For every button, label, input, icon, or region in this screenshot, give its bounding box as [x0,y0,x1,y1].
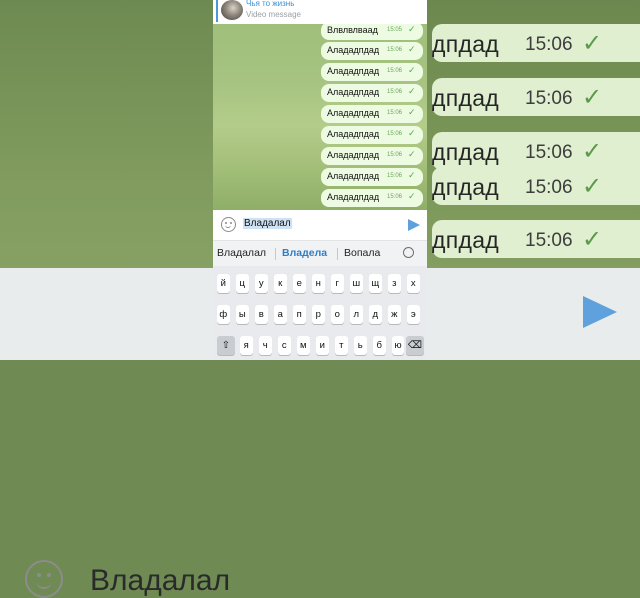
read-check-icon: ✓ [408,191,416,201]
suggestion-center[interactable]: Владела [282,247,327,259]
key[interactable]: ж [388,305,401,324]
shift-key[interactable]: ⇧ [217,336,235,355]
chat-area: Влвлвлваад 15:05 ✓ Алададпдад 15:06 ✓ Ал… [213,24,427,210]
key[interactable]: з [388,274,401,293]
message-bubble[interactable]: Алададпдад 15:06 ✓ [321,147,423,165]
key[interactable]: о [331,305,344,324]
backspace-key[interactable]: ⌫ [406,336,424,355]
message-time: 15:06 [387,68,403,74]
read-check-icon: ✓ [408,149,416,159]
message-bubble[interactable]: Алададпдад 15:06 ✓ [321,126,423,144]
message-text: Влвлвлваад [327,25,378,35]
message-bubble[interactable]: Алададпдад 15:06 ✓ [321,84,423,102]
message-text: Алададпдад [327,66,380,76]
background-bubble: дпдад 15:06 ✓ [432,167,640,205]
key[interactable]: л [350,305,363,324]
message-bubble[interactable]: Алададпдад 15:06 ✓ [321,105,423,123]
message-text: Алададпдад [327,150,380,160]
read-check-icon: ✓ [408,170,416,180]
key[interactable]: ч [259,336,272,355]
message-composer: Владалал [213,210,427,240]
message-text: Алададпдад [327,45,380,55]
reply-author: Чья то жизнь [246,0,295,8]
message-bubble[interactable]: Алададпдад 15:06 ✓ [321,168,423,186]
background-input-text: Владалал [90,564,231,597]
suggestion-bar: Владалал Владела Вопала [213,240,427,267]
key[interactable]: ф [217,305,230,324]
reply-subtitle: Video message [246,10,301,19]
background-send-icon [583,296,617,328]
background-bubble: дпдад 15:06 ✓ [432,78,640,116]
key[interactable]: ь [354,336,367,355]
emoji-search-icon[interactable] [403,247,414,258]
key[interactable]: с [278,336,291,355]
message-time: 15:06 [387,152,403,158]
read-check-icon: ✓ [408,44,416,54]
message-time: 15:06 [387,89,403,95]
reply-accent-bar [216,0,218,22]
key[interactable]: а [274,305,287,324]
key[interactable]: б [373,336,386,355]
key[interactable]: р [312,305,325,324]
suggestion-left[interactable]: Владалал [217,247,266,259]
message-time: 15:06 [387,194,403,200]
key[interactable]: г [331,274,344,293]
key[interactable]: в [255,305,268,324]
message-time: 15:06 [387,110,403,116]
key[interactable]: м [297,336,310,355]
background-input-left: Владалал [0,268,230,598]
video-thumbnail [221,0,243,20]
key[interactable]: ы [236,305,249,324]
key[interactable]: д [369,305,382,324]
message-text: Алададпдад [327,171,380,181]
key[interactable]: ш [350,274,363,293]
message-time: 15:06 [387,173,403,179]
message-text: Алададпдад [327,129,380,139]
read-check-icon: ✓ [408,107,416,117]
suggestion-divider [337,248,338,260]
key[interactable]: п [293,305,306,324]
message-bubble[interactable]: Алададпдад 15:06 ✓ [321,42,423,60]
message-text: Алададпдад [327,192,380,202]
message-time: 15:05 [387,27,403,33]
message-bubble[interactable]: Влвлвлваад 15:05 ✓ [321,24,423,40]
key[interactable]: х [407,274,420,293]
message-bubble[interactable]: Алададпдад 15:06 ✓ [321,63,423,81]
message-bubble[interactable]: Алададпдад 15:06 ✓ [321,189,423,207]
background-bubble: дпдад 15:06 ✓ [432,132,640,170]
key[interactable]: й [217,274,230,293]
message-text: Алададпдад [327,108,380,118]
background-bubble: дпдад 15:06 ✓ [432,220,640,258]
key[interactable]: я [240,336,253,355]
key[interactable]: ю [392,336,404,355]
suggestion-right[interactable]: Вопала [344,247,380,259]
phone-screen: Чья то жизнь Video message Влвлвлваад 15… [213,0,427,360]
background-smiley-icon [25,560,63,598]
read-check-icon: ✓ [408,65,416,75]
suggestion-divider [275,248,276,260]
message-input[interactable]: Владалал [243,218,292,229]
read-check-icon: ✓ [408,24,416,34]
keyboard: й ц у к е н г ш щ з х ф ы в а п р о л д … [213,266,427,360]
key[interactable]: к [274,274,287,293]
background-input-right [427,268,640,360]
message-time: 15:06 [387,131,403,137]
reply-preview[interactable]: Чья то жизнь Video message [213,0,427,24]
key[interactable]: у [255,274,268,293]
key[interactable]: э [407,305,420,324]
key[interactable]: т [335,336,348,355]
message-text: Алададпдад [327,87,380,97]
send-icon[interactable] [408,219,420,231]
key[interactable]: щ [369,274,382,293]
read-check-icon: ✓ [408,86,416,96]
key[interactable]: н [312,274,325,293]
key[interactable]: и [316,336,329,355]
key[interactable]: ц [236,274,249,293]
key[interactable]: е [293,274,306,293]
emoji-icon[interactable] [221,217,236,232]
message-time: 15:06 [387,47,403,53]
background-bubble: дпдад 15:06 ✓ [432,24,640,62]
read-check-icon: ✓ [408,128,416,138]
